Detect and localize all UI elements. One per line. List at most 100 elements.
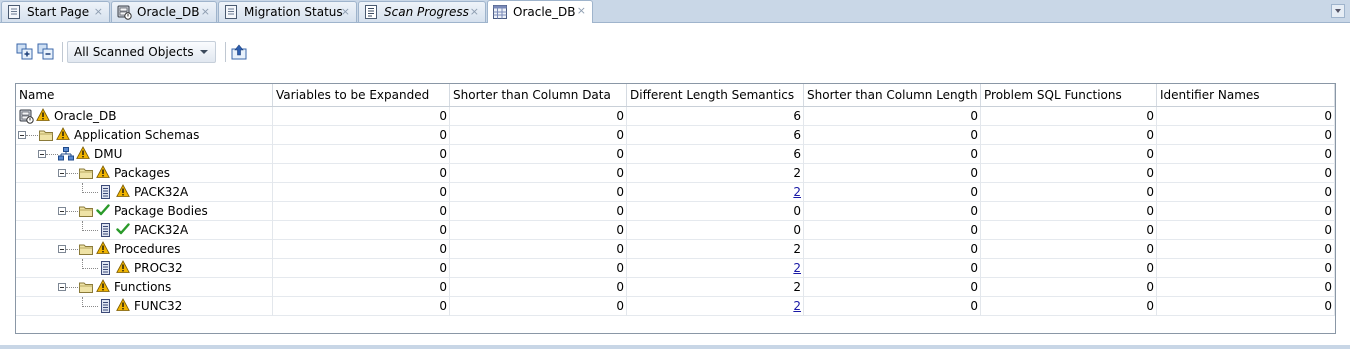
folder-icon [78,165,94,181]
table-row[interactable]: Packages 0 0 2 0 0 0 [16,164,1335,183]
value-cell: 2 [627,240,804,259]
tree-node[interactable]: PACK32A [98,183,188,201]
table-row[interactable]: Functions 0 0 2 0 0 0 [16,278,1335,297]
collapse-toggle-icon[interactable] [58,283,66,291]
tab-oracle-db[interactable]: Oracle_DB × [487,0,593,23]
table-row[interactable]: Package Bodies 0 0 0 0 0 0 [16,202,1335,221]
value-link[interactable]: 2 [793,261,801,275]
column-header-problem-sql-functions[interactable]: Problem SQL Functions [981,84,1157,106]
tree-node[interactable]: Procedures [78,240,181,258]
value-cell: 0 [804,278,981,297]
folder-icon [78,203,94,219]
table-row[interactable]: PROC32 0 0 2 0 0 0 [16,259,1335,278]
value-cell: 0 [450,164,627,183]
tree-connector [82,268,98,269]
collapse-toggle-icon[interactable] [58,245,66,253]
column-header-variables-to-be-expanded[interactable]: Variables to be Expanded [273,84,450,106]
value-cell: 0 [450,259,627,278]
export-icon[interactable] [230,43,248,61]
column-header-shorter-than-column-length[interactable]: Shorter than Column Length [804,84,981,106]
value-cell: 0 [804,221,981,240]
value-cell: 0 [1157,164,1335,183]
name-cell: Package Bodies [16,202,273,221]
object-icon [98,298,114,314]
tree-node[interactable]: Oracle_DB [18,107,117,125]
tree-node[interactable]: Functions [78,278,171,296]
tree-node[interactable]: DMU [58,145,122,163]
tree-node-label: Functions [114,280,172,294]
value-cell: 0 [450,221,627,240]
tree-node[interactable]: Application Schemas [38,126,199,144]
close-icon[interactable]: × [94,5,103,18]
tree-node[interactable]: FUNC32 [98,297,182,315]
tab-list-menu-button[interactable] [1331,4,1345,18]
name-cell: Procedures [16,240,273,259]
table-row[interactable]: Oracle_DB 0 0 6 0 0 0 [16,107,1335,126]
table-row[interactable]: Application Schemas 0 0 6 0 0 0 [16,126,1335,145]
close-icon[interactable]: × [201,5,210,18]
toolbar-separator [224,42,226,62]
tree-node[interactable]: PACK32A [98,221,188,239]
value-cell: 2 [627,297,804,316]
close-icon[interactable]: × [577,4,586,17]
value-cell: 0 [804,259,981,278]
column-header-name[interactable]: Name [16,84,273,106]
value-cell: 0 [627,221,804,240]
value-cell: 0 [273,145,450,164]
folder-icon [78,279,94,295]
value-cell: 2 [627,278,804,297]
page-icon [6,4,22,20]
collapse-toggle-icon[interactable] [58,207,66,215]
value-cell: 0 [804,107,981,126]
table-row[interactable]: Procedures 0 0 2 0 0 0 [16,240,1335,259]
tree-node[interactable]: Package Bodies [78,202,208,220]
value-link[interactable]: 2 [793,299,801,313]
value-cell: 0 [273,126,450,145]
tree-node-label: FUNC32 [134,299,183,313]
value-cell: 0 [450,145,627,164]
tree-node[interactable]: PROC32 [98,259,183,277]
tree-connector [82,297,83,307]
collapse-toggle-icon[interactable] [18,131,26,139]
expand-all-icon[interactable] [16,43,34,61]
tab-label: Start Page [27,5,90,19]
table-row[interactable]: PACK32A 0 0 0 0 0 0 [16,221,1335,240]
collapse-toggle-icon[interactable] [58,169,66,177]
tree-connector [26,135,38,136]
tree-node[interactable]: Packages [78,164,170,182]
table-row[interactable]: FUNC32 0 0 2 0 0 0 [16,297,1335,316]
collapse-all-icon[interactable] [37,43,55,61]
table-row[interactable]: DMU 0 0 6 0 0 0 [16,145,1335,164]
close-icon[interactable]: × [470,5,479,18]
table-row[interactable]: PACK32A 0 0 2 0 0 0 [16,183,1335,202]
tab-migration-status[interactable]: Migration Status × [218,1,357,22]
main-content: All Scanned Objects Name Variables to be … [0,23,1350,345]
warning-icon [116,298,130,314]
value-cell: 0 [981,202,1157,221]
close-icon[interactable]: × [341,5,350,18]
value-link[interactable]: 2 [793,185,801,199]
value-cell: 0 [273,259,450,278]
value-cell: 6 [627,145,804,164]
column-header-identifier-names[interactable]: Identifier Names [1157,84,1335,106]
warning-icon [116,260,130,276]
column-header-different-length-semantics[interactable]: Different Length Semantics [627,84,804,106]
value-cell: 2 [627,259,804,278]
tree-connector [66,211,78,212]
tree-node-label: PACK32A [134,185,189,199]
tab-start-page[interactable]: Start Page × [1,1,110,22]
value-cell: 0 [450,126,627,145]
scan-filter-dropdown[interactable]: All Scanned Objects [67,41,216,63]
value-cell: 6 [627,107,804,126]
value-cell: 2 [627,164,804,183]
column-header-shorter-than-column-data[interactable]: Shorter than Column Data [450,84,627,106]
page-icon [223,4,239,20]
warning-icon [116,184,130,200]
tree-node-label: PACK32A [134,223,189,237]
tab-oracle-db[interactable]: Oracle_DB × [111,1,217,22]
checkmark-icon [96,203,110,219]
tab-scan-progress[interactable]: Scan Progress × [358,1,486,22]
warning-icon [96,241,110,257]
collapse-toggle-icon[interactable] [38,150,46,158]
toolbar-separator [62,42,63,62]
